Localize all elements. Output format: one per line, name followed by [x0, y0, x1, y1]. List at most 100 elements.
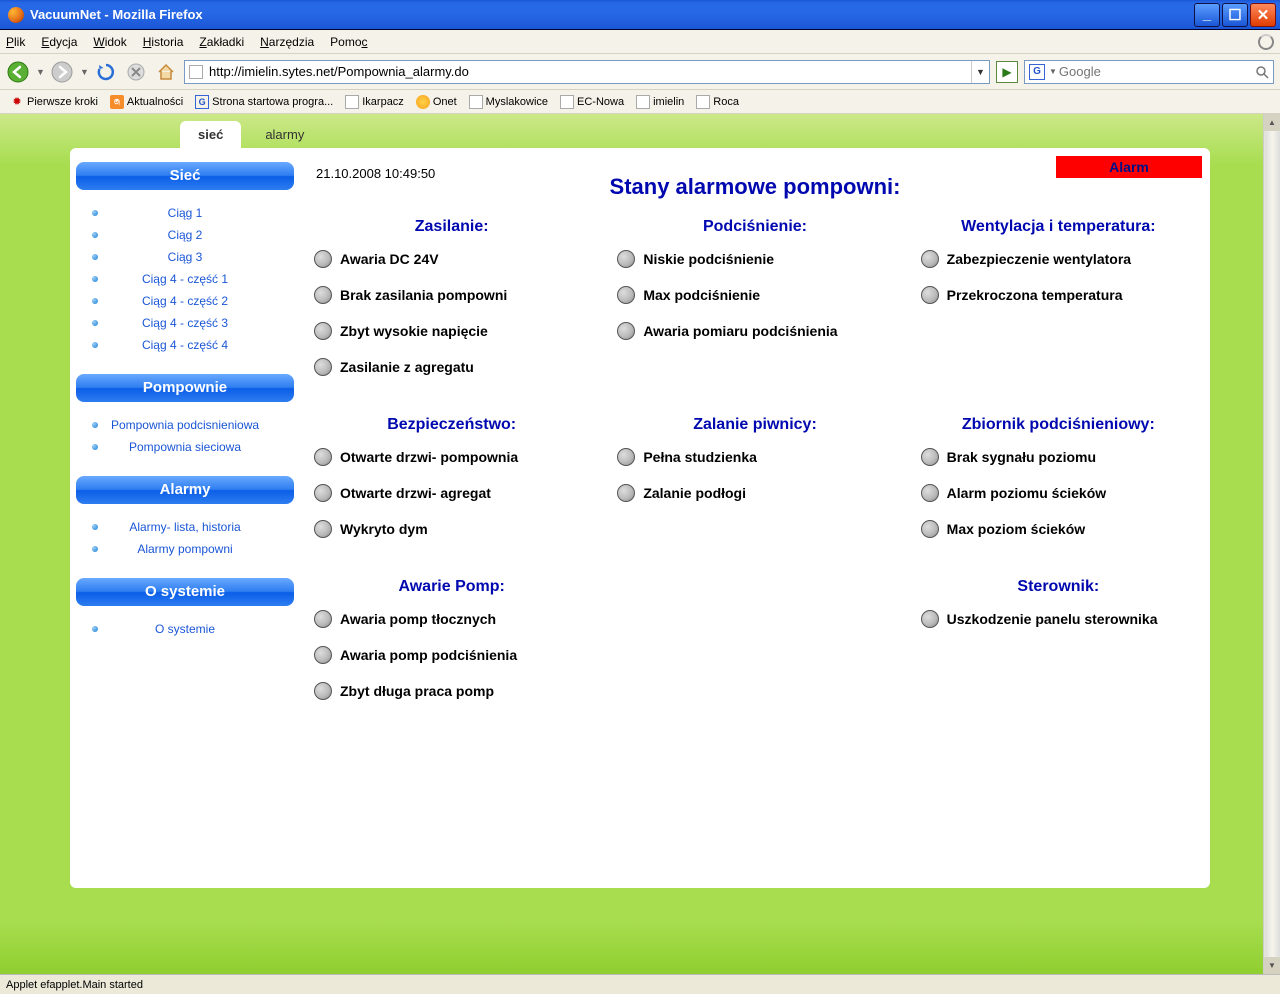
- status-dot-icon: [314, 610, 332, 628]
- close-button[interactable]: ✕: [1250, 3, 1276, 27]
- group-zasilanie: Zasilanie: Awaria DC 24V Brak zasilania …: [308, 218, 595, 416]
- sidebar-item[interactable]: Ciąg 2: [78, 224, 292, 246]
- status-dot-icon: [314, 358, 332, 376]
- status-dot-icon: [314, 520, 332, 538]
- group-title: Sterownik:: [921, 578, 1196, 596]
- sidebar-item[interactable]: O systemie: [78, 618, 292, 640]
- stop-button[interactable]: [124, 60, 148, 84]
- menu-edit[interactable]: Edycja: [41, 35, 77, 49]
- sidebar-item[interactable]: Ciąg 4 - część 2: [78, 290, 292, 312]
- page-icon: [560, 95, 574, 109]
- sidebar-list-siec: Ciąg 1 Ciąg 2 Ciąg 3 Ciąg 4 - część 1 Ci…: [76, 196, 294, 374]
- menu-tools[interactable]: Narzędzia: [260, 35, 314, 49]
- bookmark-pierwsze-kroki[interactable]: ✹Pierwsze kroki: [6, 94, 102, 110]
- google-icon: G: [195, 95, 209, 109]
- sidebar-list-pompownie: Pompownia podcisnieniowa Pompownia sieci…: [76, 408, 294, 476]
- sidebar-header-osystemie: O systemie: [76, 578, 294, 606]
- scroll-up-button[interactable]: ▲: [1264, 114, 1280, 131]
- group-bezp: Bezpieczeństwo: Otwarte drzwi- pompownia…: [308, 416, 595, 578]
- sidebar-item[interactable]: Ciąg 3: [78, 246, 292, 268]
- alarm-row: Awaria DC 24V: [314, 250, 589, 268]
- group-empty: [611, 578, 898, 740]
- bookmark-imielin[interactable]: imielin: [632, 94, 688, 110]
- content-box: Sieć Ciąg 1 Ciąg 2 Ciąg 3 Ciąg 4 - część…: [70, 148, 1210, 888]
- group-sterownik: Sterownik: Uszkodzenie panelu sterownika: [915, 578, 1202, 740]
- alarm-row: Brak zasilania pompowni: [314, 286, 589, 304]
- search-input[interactable]: [1057, 62, 1251, 82]
- scrollbar[interactable]: ▲ ▼: [1263, 114, 1280, 974]
- sidebar-item[interactable]: Alarmy pompowni: [78, 538, 292, 560]
- back-dropdown[interactable]: ▼: [36, 67, 44, 77]
- google-icon[interactable]: G: [1029, 64, 1045, 80]
- group-title: Wentylacja i temperatura:: [921, 218, 1196, 236]
- alarm-row: Niskie podciśnienie: [617, 250, 892, 268]
- status-dot-icon: [314, 484, 332, 502]
- group-wentylacja: Wentylacja i temperatura: Zabezpieczenie…: [915, 218, 1202, 416]
- maximize-button[interactable]: ☐: [1222, 3, 1248, 27]
- alarm-row: Przekroczona temperatura: [921, 286, 1196, 304]
- bookmark-onet[interactable]: Onet: [412, 94, 461, 110]
- window-title: VacuumNet - Mozilla Firefox: [28, 7, 1194, 22]
- alarm-row: Zabezpieczenie wentylatora: [921, 250, 1196, 268]
- group-pompy: Awarie Pomp: Awaria pomp tłocznych Awari…: [308, 578, 595, 740]
- group-title: Bezpieczeństwo:: [314, 416, 589, 434]
- ladybug-icon: ✹: [10, 95, 24, 109]
- status-dot-icon: [617, 250, 635, 268]
- menu-history[interactable]: Historia: [143, 35, 184, 49]
- status-dot-icon: [921, 448, 939, 466]
- sidebar-item[interactable]: Alarmy- lista, historia: [78, 516, 292, 538]
- group-zalanie: Zalanie piwnicy: Pełna studzienka Zalani…: [611, 416, 898, 578]
- menu-help[interactable]: Pomoc: [330, 35, 367, 49]
- scroll-down-button[interactable]: ▼: [1264, 957, 1280, 974]
- group-title: Zalanie piwnicy:: [617, 416, 892, 434]
- sidebar-list-osystemie: O systemie: [76, 612, 294, 658]
- page-icon: [696, 95, 710, 109]
- scroll-thumb[interactable]: [1265, 131, 1280, 957]
- sidebar: Sieć Ciąg 1 Ciąg 2 Ciąg 3 Ciąg 4 - część…: [70, 148, 300, 888]
- status-dot-icon: [617, 286, 635, 304]
- url-input[interactable]: [207, 62, 971, 82]
- alarm-row: Max poziom ścieków: [921, 520, 1196, 538]
- sidebar-item[interactable]: Pompownia sieciowa: [78, 436, 292, 458]
- bookmark-strona-startowa[interactable]: GStrona startowa progra...: [191, 94, 337, 110]
- search-button[interactable]: [1251, 61, 1273, 83]
- bookmark-aktualnosci[interactable]: ෧Aktualności: [106, 94, 187, 110]
- reload-button[interactable]: [94, 60, 118, 84]
- sidebar-item[interactable]: Ciąg 4 - część 3: [78, 312, 292, 334]
- menu-bookmarks[interactable]: Zakładki: [199, 35, 244, 49]
- back-button[interactable]: [6, 60, 30, 84]
- url-bar: ▼: [184, 60, 990, 84]
- search-box: G ▼: [1024, 60, 1274, 84]
- sidebar-header-siec: Sieć: [76, 162, 294, 190]
- status-bar: Applet efapplet.Main started: [0, 974, 1280, 994]
- sidebar-item[interactable]: Pompownia podcisnieniowa: [78, 414, 292, 436]
- minimize-button[interactable]: _: [1194, 3, 1220, 27]
- go-button[interactable]: ▶: [996, 61, 1018, 83]
- sidebar-item[interactable]: Ciąg 1: [78, 202, 292, 224]
- alarm-row: Uszkodzenie panelu sterownika: [921, 610, 1196, 628]
- bookmark-roca[interactable]: Roca: [692, 94, 743, 110]
- alarm-row: Otwarte drzwi- agregat: [314, 484, 589, 502]
- menu-view[interactable]: Widok: [93, 35, 126, 49]
- bookmark-ikarpacz[interactable]: Ikarpacz: [341, 94, 408, 110]
- group-podcisnienie: Podciśnienie: Niskie podciśnienie Max po…: [611, 218, 898, 416]
- alarm-row: Awaria pomp podciśnienia: [314, 646, 589, 664]
- forward-button[interactable]: [50, 60, 74, 84]
- alarm-row: Zasilanie z agregatu: [314, 358, 589, 376]
- alarm-badge: Alarm: [1056, 156, 1202, 178]
- sidebar-list-alarmy: Alarmy- lista, historia Alarmy pompowni: [76, 510, 294, 578]
- tab-alarmy[interactable]: alarmy: [247, 121, 322, 148]
- tab-siec[interactable]: sieć: [180, 121, 241, 148]
- bookmark-ec-nowa[interactable]: EC-Nowa: [556, 94, 628, 110]
- menu-file[interactable]: Plik: [6, 35, 25, 49]
- alarm-row: Zbyt wysokie napięcie: [314, 322, 589, 340]
- status-dot-icon: [921, 520, 939, 538]
- url-dropdown[interactable]: ▼: [971, 61, 989, 83]
- status-dot-icon: [921, 484, 939, 502]
- home-button[interactable]: [154, 60, 178, 84]
- sidebar-item[interactable]: Ciąg 4 - część 1: [78, 268, 292, 290]
- bookmark-myslakowice[interactable]: Myslakowice: [465, 94, 552, 110]
- sidebar-item[interactable]: Ciąg 4 - część 4: [78, 334, 292, 356]
- status-dot-icon: [314, 682, 332, 700]
- forward-dropdown[interactable]: ▼: [80, 67, 88, 77]
